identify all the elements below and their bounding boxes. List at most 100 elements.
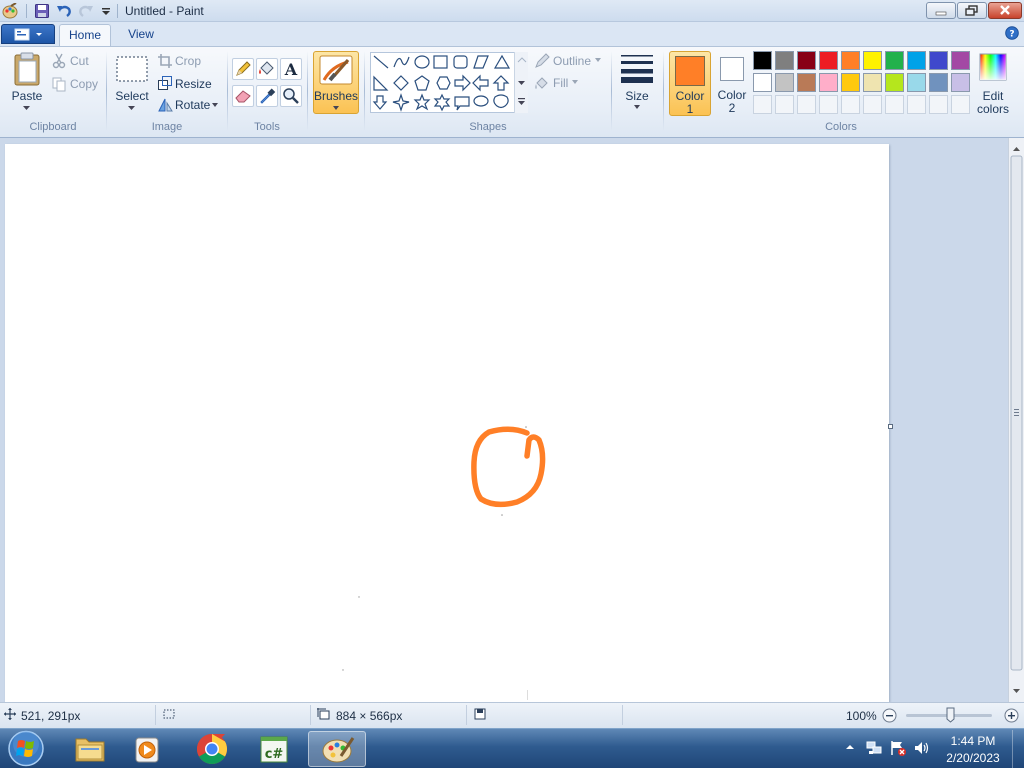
rotate-button[interactable]: Rotate (175, 98, 210, 112)
resize-icon[interactable] (157, 75, 173, 91)
zoom-out-button[interactable] (882, 708, 897, 723)
pencil-tool[interactable] (232, 58, 254, 80)
custom-color-slot[interactable] (841, 95, 860, 114)
custom-color-slot[interactable] (885, 95, 904, 114)
text-tool[interactable]: A (280, 58, 302, 80)
clock-time[interactable]: 1:44 PM (937, 734, 1009, 748)
palette-swatch[interactable] (929, 73, 948, 92)
taskbar-csharp-icon[interactable]: c# (246, 731, 302, 767)
chevron-down-icon (333, 106, 339, 110)
redo-icon[interactable] (78, 3, 94, 19)
network-icon[interactable] (865, 739, 883, 757)
palette-swatch[interactable] (907, 51, 926, 70)
taskbar-paint-icon[interactable] (308, 731, 366, 767)
fill-bucket-tool[interactable] (256, 58, 278, 80)
custom-color-slot[interactable] (753, 95, 772, 114)
volume-icon[interactable] (913, 739, 931, 757)
paint-menu-button[interactable] (1, 24, 55, 44)
palette-swatch[interactable] (753, 73, 772, 92)
chevron-down-icon (23, 106, 30, 111)
custom-color-slot[interactable] (863, 95, 882, 114)
minimize-button[interactable] (926, 2, 956, 19)
copy-button[interactable]: Copy (70, 77, 98, 91)
chevron-down-icon (595, 58, 601, 62)
show-desktop-button[interactable] (1012, 730, 1024, 768)
palette-swatch[interactable] (841, 73, 860, 92)
palette-swatch[interactable] (753, 51, 772, 70)
palette-swatch[interactable] (863, 51, 882, 70)
palette-swatch[interactable] (797, 73, 816, 92)
size-label: Size (625, 89, 649, 103)
clock-date[interactable]: 2/20/2023 (937, 751, 1009, 765)
custom-color-slot[interactable] (951, 95, 970, 114)
edit-colors-button[interactable]: Edit colors (975, 51, 1011, 117)
outline-icon[interactable] (534, 53, 550, 69)
shapes-scroll[interactable] (514, 52, 528, 113)
drawing-canvas[interactable] (5, 144, 889, 702)
palette-swatch[interactable] (819, 73, 838, 92)
select-button[interactable]: Select (113, 52, 151, 120)
palette-swatch[interactable] (775, 51, 794, 70)
restore-button[interactable] (957, 2, 987, 19)
taskbar-chrome-icon[interactable] (184, 731, 240, 767)
palette-swatch[interactable] (841, 51, 860, 70)
tab-home[interactable]: Home (59, 24, 111, 47)
zoom-in-button[interactable] (1004, 708, 1019, 723)
palette-swatch[interactable] (797, 51, 816, 70)
shapes-grid[interactable] (371, 53, 527, 112)
resize-button[interactable]: Resize (175, 77, 212, 91)
taskbar-explorer-icon[interactable] (62, 731, 118, 767)
action-center-icon[interactable] (889, 739, 907, 757)
custom-color-slot[interactable] (907, 95, 926, 114)
color-picker-tool[interactable] (256, 85, 278, 107)
taskbar-media-player-icon[interactable] (120, 731, 176, 767)
chevron-down-icon[interactable] (212, 103, 218, 107)
customize-qat-icon[interactable] (98, 3, 114, 19)
magnifier-tool[interactable] (280, 85, 302, 107)
paint-app-icon[interactable] (2, 3, 18, 19)
color-2-button[interactable]: Color 2 (713, 51, 751, 116)
palette-swatch[interactable] (907, 73, 926, 92)
close-button[interactable] (988, 2, 1022, 19)
cut-icon[interactable] (51, 53, 67, 69)
crop-button[interactable]: Crop (175, 54, 201, 68)
copy-icon[interactable] (51, 76, 67, 92)
tab-view[interactable]: View (116, 24, 166, 46)
brushes-button[interactable]: Brushes (313, 51, 359, 114)
status-separator (466, 705, 467, 725)
custom-color-slot[interactable] (797, 95, 816, 114)
help-icon[interactable]: ? (1005, 26, 1019, 40)
size-button[interactable]: Size (616, 51, 658, 117)
palette-swatch[interactable] (863, 73, 882, 92)
palette-swatch[interactable] (885, 51, 904, 70)
crop-icon[interactable] (157, 53, 173, 69)
cut-button[interactable]: Cut (70, 54, 89, 68)
shapes-gallery[interactable] (370, 52, 528, 113)
show-hidden-icons-button[interactable] (845, 742, 855, 752)
start-button[interactable] (4, 729, 48, 768)
custom-color-slot[interactable] (929, 95, 948, 114)
paste-button[interactable]: Paste (9, 52, 45, 120)
eraser-tool[interactable] (232, 85, 254, 107)
undo-icon[interactable] (56, 3, 72, 19)
palette-swatch[interactable] (951, 51, 970, 70)
fill-button[interactable]: Fill (553, 76, 568, 90)
fill-icon[interactable] (534, 75, 550, 91)
rotate-icon[interactable] (157, 97, 173, 113)
save-icon[interactable] (34, 3, 50, 19)
palette-swatch[interactable] (951, 73, 970, 92)
palette-swatch[interactable] (885, 73, 904, 92)
zoom-slider-thumb[interactable] (946, 707, 955, 723)
color-1-button[interactable]: Color 1 (669, 51, 711, 116)
custom-color-slot[interactable] (819, 95, 838, 114)
palette-swatch[interactable] (775, 73, 794, 92)
edit-colors-label-2: colors (976, 102, 1009, 116)
canvas-resize-handle[interactable] (888, 424, 893, 429)
group-label-clipboard: Clipboard (29, 121, 77, 133)
outline-button[interactable]: Outline (553, 54, 591, 68)
vertical-scrollbar[interactable] (1008, 138, 1024, 702)
paste-label: Paste (11, 89, 43, 103)
custom-color-slot[interactable] (775, 95, 794, 114)
palette-swatch[interactable] (819, 51, 838, 70)
palette-swatch[interactable] (929, 51, 948, 70)
